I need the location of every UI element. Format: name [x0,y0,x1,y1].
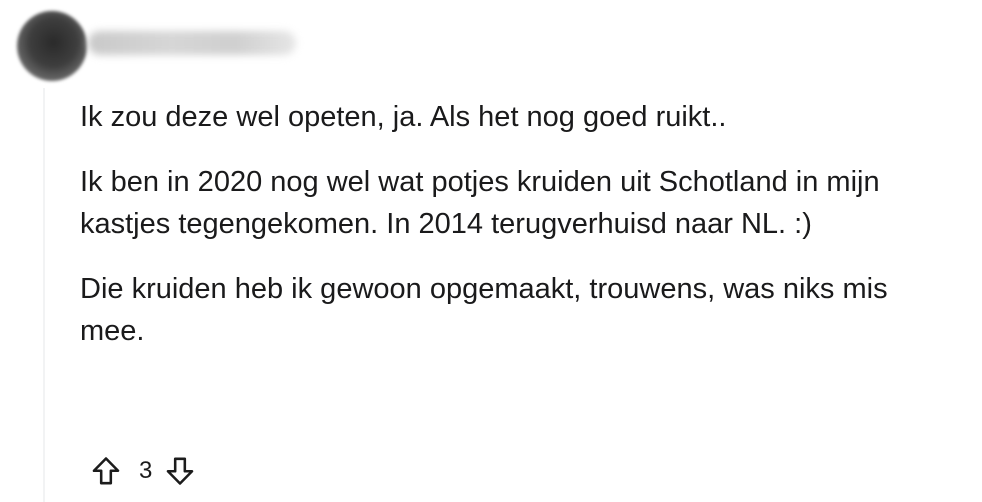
vote-score: 3 [139,457,153,484]
arrow-down-icon [167,457,194,485]
avatar[interactable] [17,11,87,81]
comment-paragraph-3: Die kruiden heb ik gewoon opgemaakt, tro… [80,273,888,347]
upvote-button[interactable] [88,451,124,491]
comment-paragraph-1: Ik zou deze wel opeten, ja. Als het nog … [80,101,727,133]
vote-actions: 3 [88,449,198,493]
arrow-up-icon [92,457,120,485]
username[interactable] [88,31,296,55]
thread-line[interactable] [43,88,45,502]
comment-body: Ik zou deze wel opeten, ja. Als het nog … [80,96,960,375]
downvote-button[interactable] [162,451,198,491]
comment-paragraph-2: Ik ben in 2020 nog wel wat potjes kruide… [80,166,880,240]
